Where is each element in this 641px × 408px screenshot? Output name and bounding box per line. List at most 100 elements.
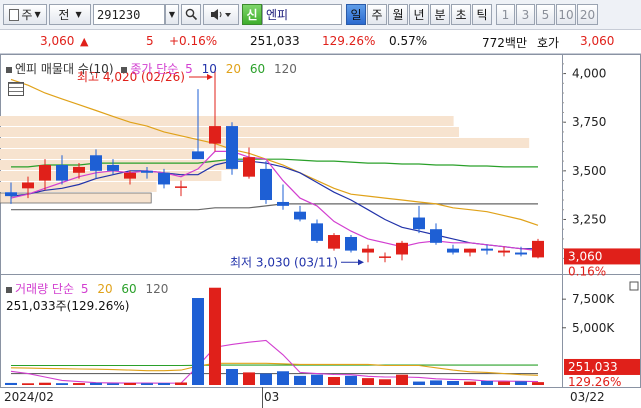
dropdown-icon: ▼: [75, 10, 82, 19]
min-annotation: 최저 3,030 (03/11): [230, 255, 338, 269]
volume-bar: [56, 383, 68, 385]
candle-body: [243, 157, 255, 177]
interval-number-tab[interactable]: 1: [496, 4, 515, 25]
search-button[interactable]: [181, 4, 201, 25]
y-tick-label: 3,750: [572, 115, 606, 129]
volume-bar: [192, 298, 204, 385]
market-select[interactable]: 주 ▼: [3, 4, 47, 25]
volume-bar: [107, 383, 119, 385]
candle-body: [396, 242, 408, 255]
volume-bar: [328, 376, 340, 385]
volume-bar: [447, 380, 459, 385]
up-arrow-icon: ▲: [80, 35, 89, 48]
ma-legend-120: 120: [273, 62, 297, 76]
candle-body: [362, 248, 374, 253]
candle-body: [22, 182, 34, 189]
ma-legend-5: 5: [185, 62, 193, 76]
volume-bar: [379, 379, 391, 385]
candle-body: [447, 248, 459, 253]
volume-value: 251,033: [250, 34, 300, 48]
volume-bar: [481, 380, 493, 385]
candle-body: [90, 155, 102, 171]
candle-body: [73, 166, 85, 173]
volume-bar: [209, 287, 221, 385]
price-legend: 엔피 매물대 수(10) 종가 단순 5 10 20 60 120: [6, 60, 297, 77]
period-tab[interactable]: 주: [367, 4, 387, 25]
volume-profile-legend: 엔피 매물대 수(10): [15, 62, 114, 76]
candle-body: [515, 252, 527, 255]
volume-bar: [226, 368, 238, 385]
volume-y-tick-label: 5,000K: [572, 321, 615, 335]
turnover-rate: 0.57%: [389, 34, 428, 48]
candle-body: [379, 256, 391, 258]
volume-bar: [532, 382, 544, 385]
volume-legend-label: 거래량 단순: [15, 282, 75, 296]
period-tab[interactable]: 초: [451, 4, 471, 25]
volume-panel-menu-icon: [629, 281, 639, 291]
stock-code-input[interactable]: 291230: [93, 4, 165, 25]
candle-body: [260, 168, 272, 201]
y-tick-label: 4,000: [572, 67, 606, 81]
candle-body: [226, 126, 238, 169]
stock-name-field[interactable]: 엔피: [262, 4, 342, 25]
x-axis-label: 2024/02: [4, 390, 54, 404]
period-tab[interactable]: 년: [409, 4, 429, 25]
interval-number-tab[interactable]: 3: [516, 4, 535, 25]
volume-y-tick-label: 7,500K: [572, 292, 615, 306]
candle-body: [5, 192, 17, 197]
code-dropdown-button[interactable]: ▼: [165, 4, 179, 25]
candle-body: [209, 126, 221, 144]
ma-legend-10: 10: [201, 62, 217, 76]
x-axis-bg: [0, 388, 641, 408]
volume-profile-bar: [0, 171, 222, 181]
period-tab[interactable]: 월: [388, 4, 408, 25]
candle-body: [430, 229, 442, 243]
volume-bar: [39, 382, 51, 385]
candle-body: [141, 170, 153, 173]
y-tick-label: 3,500: [572, 164, 606, 178]
last-volume-pct-tag: 129.26%: [568, 375, 621, 389]
legend-square-icon: [6, 66, 12, 73]
dropdown-icon: ▼: [34, 10, 41, 19]
dropdown-icon: ▼: [168, 10, 176, 19]
period-tab[interactable]: 틱: [472, 4, 492, 25]
candle-body: [498, 250, 510, 253]
candle-body: [107, 165, 119, 171]
volume-bar: [158, 383, 170, 385]
y-tick-label: 3,250: [572, 212, 606, 226]
volume-bar: [73, 383, 85, 385]
candle-body: [124, 172, 136, 179]
jeon-dropdown[interactable]: 전 ▼: [49, 4, 91, 25]
jeon-label: 전: [58, 8, 70, 22]
volume-bar: [260, 373, 272, 385]
interval-number-tab[interactable]: 20: [577, 4, 598, 25]
volume-bar: [141, 383, 153, 385]
vol-ma-legend-20: 20: [97, 282, 113, 296]
ma-legend-60: 60: [249, 62, 266, 76]
chart-area[interactable]: 4,000 3,750 3,500 3,250 최고 4,020 (02/26) 최저 3…: [0, 54, 641, 408]
volume-bar: [5, 382, 17, 385]
price-change-pct: +0.16%: [169, 34, 218, 48]
candle-body: [345, 236, 357, 251]
grid-toggle-icon[interactable]: [8, 82, 24, 96]
volume-bar: [362, 378, 374, 385]
period-tab[interactable]: 일: [346, 4, 366, 25]
interval-number-tab[interactable]: 5: [536, 4, 555, 25]
candle-body: [413, 217, 425, 230]
x-axis-label: 03/22: [570, 390, 605, 404]
etf-badge[interactable]: 신: [242, 4, 262, 25]
chart-canvas[interactable]: 4,0003,7503,5003,250최고 4,020 (02/26)최저 3…: [0, 54, 641, 408]
interval-number-tab[interactable]: 10: [556, 4, 576, 25]
market-icon: [9, 8, 20, 21]
period-tab[interactable]: 분: [430, 4, 450, 25]
current-volume-text: 251,033주(129.26%): [6, 299, 130, 313]
candle-body: [192, 151, 204, 160]
speaker-icon: [211, 9, 231, 20]
volume-bar: [22, 383, 34, 385]
candle-body: [481, 248, 493, 251]
candle-body: [294, 211, 306, 220]
sound-button[interactable]: [203, 4, 239, 25]
last-pct-tag: 0.16%: [568, 264, 606, 278]
vol-ma-legend-5: 5: [80, 282, 89, 296]
price-info-bar: 3,060 ▲ 5 +0.16% 251,033 129.26% 0.57% 7…: [0, 30, 641, 54]
